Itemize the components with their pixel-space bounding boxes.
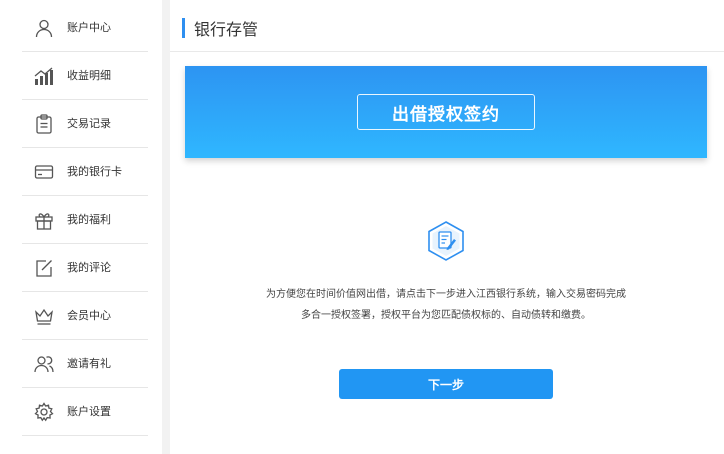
description: 为方便您在时间价值网出借，请点击下一步进入江西银行系统，输入交易密码完成 多合一…: [230, 284, 662, 326]
banner: 出借授权签约: [185, 66, 707, 158]
sidebar-item-label: 账户设置: [67, 405, 111, 418]
page-title: 银行存管: [194, 20, 259, 39]
edit-icon: [36, 260, 52, 277]
sidebar-item-settings[interactable]: 账户设置: [22, 388, 148, 436]
card-icon: [34, 165, 54, 179]
sidebar-item-label: 会员中心: [67, 309, 111, 322]
sidebar-item-account-center[interactable]: 账户中心: [22, 4, 148, 52]
crown-icon: [35, 308, 53, 325]
gift-icon: [35, 213, 53, 230]
sidebar: 账户中心 收益明细 交易记录 我的银行卡 我的福利 我的评论 会员中心 邀请有礼…: [0, 0, 162, 454]
page-header: 银行存管: [170, 0, 724, 52]
sidebar-item-label: 收益明细: [67, 69, 111, 82]
users-icon: [34, 356, 54, 373]
sidebar-item-comments[interactable]: 我的评论: [22, 244, 148, 292]
sidebar-item-label: 我的评论: [67, 261, 111, 274]
sidebar-item-label: 账户中心: [67, 21, 111, 34]
sidebar-item-bank-card[interactable]: 我的银行卡: [22, 148, 148, 196]
sidebar-item-benefits[interactable]: 我的福利: [22, 196, 148, 244]
description-line-1: 为方便您在时间价值网出借，请点击下一步进入江西银行系统，输入交易密码完成: [266, 289, 626, 300]
title-accent-bar: [182, 18, 185, 38]
sidebar-item-label: 交易记录: [67, 117, 111, 130]
sidebar-item-membership[interactable]: 会员中心: [22, 292, 148, 340]
clipboard-icon: [36, 114, 52, 134]
sidebar-item-label: 我的福利: [67, 213, 111, 226]
sidebar-item-transactions[interactable]: 交易记录: [22, 100, 148, 148]
banner-title: 出借授权签约: [357, 94, 535, 130]
gear-icon: [34, 402, 54, 422]
user-icon: [35, 19, 53, 38]
sidebar-item-earnings[interactable]: 收益明细: [22, 52, 148, 100]
sidebar-item-invite[interactable]: 邀请有礼: [22, 340, 148, 388]
sidebar-item-label: 我的银行卡: [67, 165, 122, 178]
main-panel: 银行存管 出借授权签约 为方便您在时间价值网出借，请点击下一步进入江西银行系统，…: [170, 0, 724, 454]
bar-chart-icon: [34, 67, 53, 85]
sidebar-item-label: 邀请有礼: [67, 357, 111, 370]
description-line-2: 多合一授权签署，授权平台为您匹配债权标的、自动债转和缴费。: [301, 310, 591, 321]
next-step-button[interactable]: 下一步: [339, 369, 553, 399]
document-sign-icon: [428, 221, 464, 261]
